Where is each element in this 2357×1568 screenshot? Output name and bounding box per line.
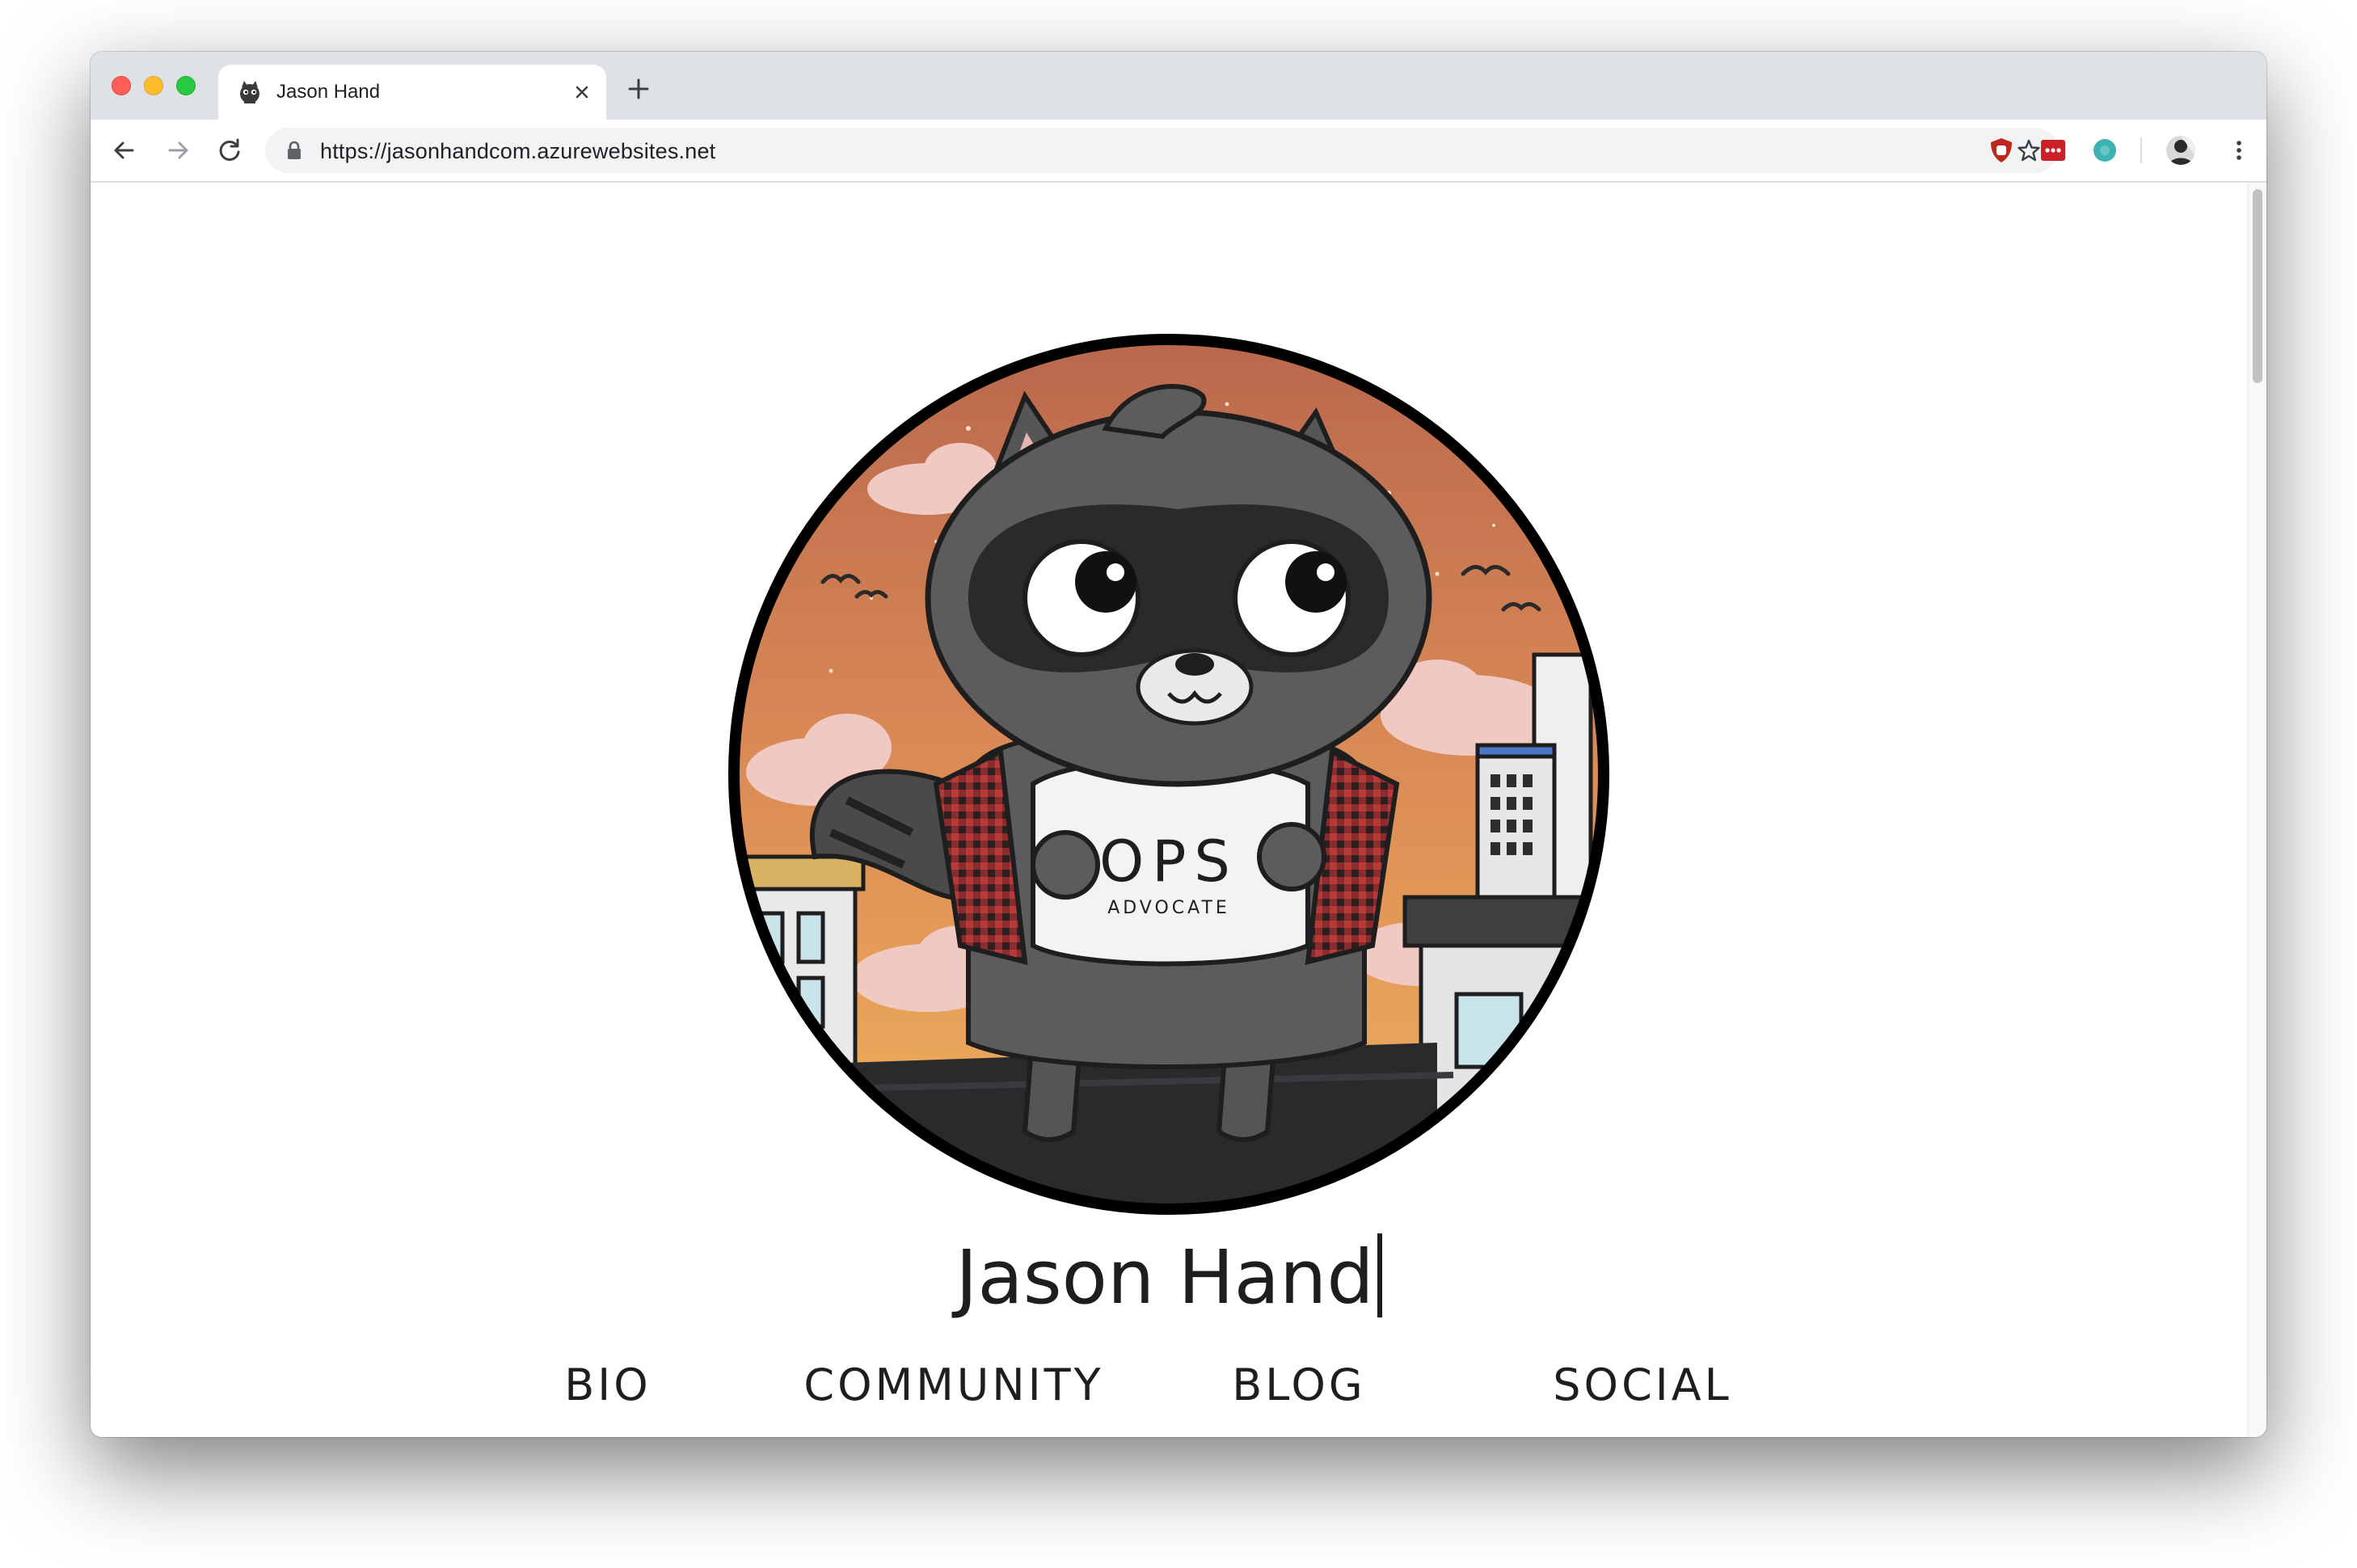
raccoon-avatar-image: OPS ADVOCATE [728,334,1609,1215]
window-close-button[interactable] [112,76,131,95]
browser-window: Jason Hand https://jasonhandcom.azureweb… [91,52,2266,1437]
tab-title: Jason Hand [276,81,381,103]
tab-close-icon[interactable] [571,81,593,103]
shirt-text: OPS [1099,828,1238,895]
profile-avatar[interactable] [2165,134,2197,166]
typing-caret [1377,1233,1382,1317]
nav-link-social[interactable]: SOCIAL [1553,1359,1731,1410]
back-arrow-icon[interactable] [108,134,141,166]
nav-link-community[interactable]: COMMUNITY [803,1359,1103,1410]
nav-link-blog[interactable]: BLOG [1232,1359,1366,1410]
lock-icon [288,141,301,159]
new-tab-icon[interactable] [626,76,651,102]
chrome-menu-icon[interactable] [2224,136,2254,165]
teal-extension-icon[interactable] [2090,136,2119,165]
scrollbar-thumb[interactable] [2253,189,2262,383]
tab-strip: Jason Hand [91,52,2266,120]
window-minimize-button[interactable] [144,76,163,95]
site-title-text: Jason Hand [955,1234,1374,1321]
shirt-subtext: ADVOCATE [1107,898,1230,918]
raccoon-favicon-icon [240,81,259,103]
toolbar-separator [2140,137,2142,163]
lastpass-icon[interactable] [2039,136,2068,165]
forward-arrow-icon[interactable] [162,134,194,166]
browser-toolbar: https://jasonhandcom.azurewebsites.net [91,120,2266,183]
nav-link-bio[interactable]: BIO [564,1359,651,1410]
address-bar[interactable]: https://jasonhandcom.azurewebsites.net [265,128,2058,173]
url-text[interactable]: https://jasonhandcom.azurewebsites.net [320,139,715,164]
browser-tab[interactable]: Jason Hand [218,65,606,120]
window-maximize-button[interactable] [176,76,196,95]
reload-icon[interactable] [213,134,246,166]
ublock-icon[interactable] [1987,136,2016,165]
site-title: Jason Hand [91,1233,2247,1321]
page-content: OPS ADVOCATE Jason Hand BIO COMMUNITY BL… [91,183,2247,1437]
scrollbar[interactable] [2247,183,2266,1437]
